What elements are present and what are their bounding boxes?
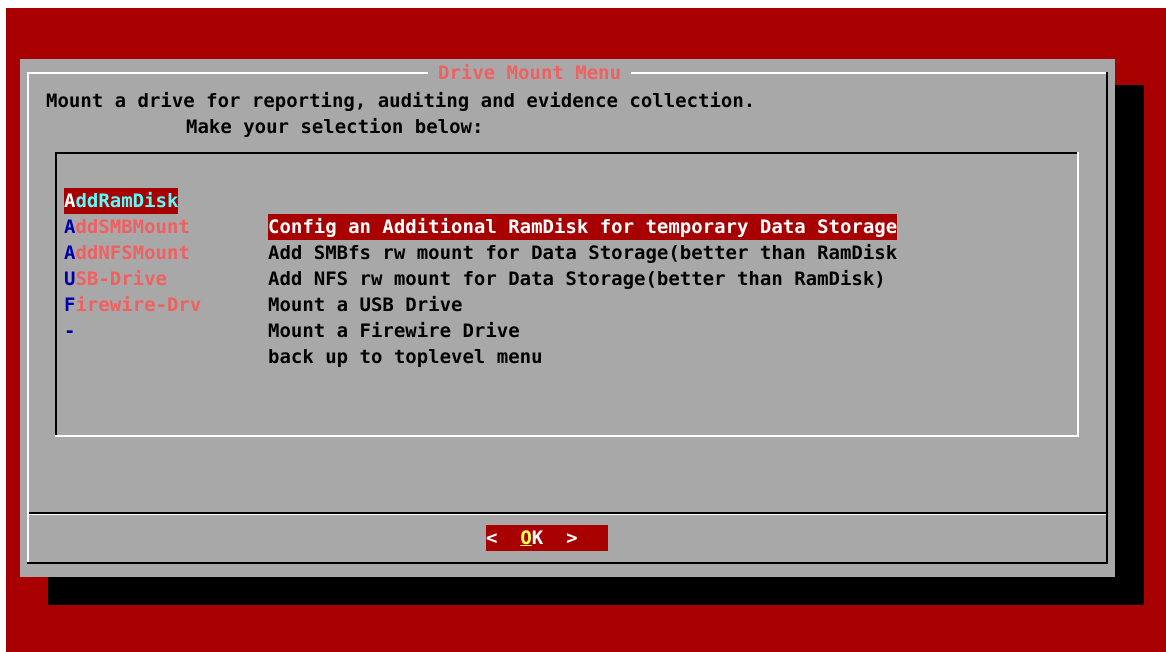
menu-item-description: Mount a Firewire Drive [268, 320, 520, 342]
ok-right-bracket: > [543, 527, 578, 549]
top-border [0, 0, 1166, 8]
prompt-line-1: Mount a drive for reporting, auditing an… [46, 90, 756, 112]
frame-right [1106, 72, 1108, 564]
left-border [0, 0, 6, 652]
menu-item-firewire-drv[interactable]: Firewire-Drv Mount a Firewire Drive [64, 266, 520, 342]
frame-bottom [27, 562, 1108, 564]
menu-item-addnfsmount[interactable]: AddNFSMount Add NFS rw mount for Data St… [64, 214, 886, 290]
ok-hotkey: O [520, 527, 532, 549]
menu-item-addramdisk[interactable]: AddRamDisk Config an Additional RamDisk … [64, 162, 898, 240]
menu-item-description: Mount a USB Drive [268, 294, 463, 316]
dialog-title: Drive Mount Menu [428, 60, 632, 86]
ok-label-rest: K [531, 527, 544, 549]
prompt-line-2: Make your selection below: [186, 116, 484, 138]
drive-mount-dialog: Drive Mount Menu Mount a drive for repor… [20, 59, 1115, 577]
menu-box-top [55, 152, 1079, 154]
button-separator-highlight [29, 514, 1106, 515]
menu-box-right [1077, 152, 1079, 437]
menu-box-bottom [55, 435, 1079, 437]
menu-item-description: Config an Additional RamDisk for tempora… [268, 214, 898, 240]
menu-item-tag: - [64, 318, 75, 344]
menu-item-description: Add NFS rw mount for Data Storage(better… [268, 268, 886, 290]
menu-item-usb-drive[interactable]: USB-Drive Mount a USB Drive [64, 240, 462, 316]
menu-item-description: Add SMBfs rw mount for Data Storage(bett… [268, 242, 898, 264]
menu-list-box: AddRamDisk Config an Additional RamDisk … [55, 152, 1079, 437]
menu-item-hotkey: - [64, 320, 76, 342]
frame-left [27, 72, 29, 564]
menu-item-addsmbmount[interactable]: AddSMBMount Add SMBfs rw mount for Data … [64, 188, 897, 264]
menu-item-description: back up to toplevel menu [268, 346, 543, 368]
ok-button[interactable]: < OK > [486, 525, 608, 551]
menu-item-back[interactable]: - back up to toplevel menu [64, 292, 543, 368]
menu-box-left [55, 152, 57, 437]
ok-left-bracket: < [486, 527, 521, 549]
